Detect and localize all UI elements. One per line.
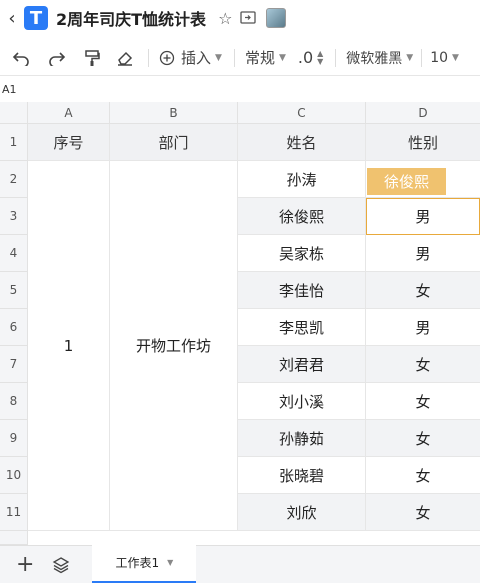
row-header[interactable]: 1 [0,124,28,161]
row-header[interactable]: 11 [0,494,28,531]
table-header-index[interactable]: 序号 [28,124,110,161]
plus-circle-icon [159,50,175,65]
avatar[interactable] [266,8,287,28]
insert-label: 插入 [181,49,212,67]
sheet-tab[interactable]: 工作表1 ▼ [92,544,197,583]
row-header[interactable]: 5 [0,272,28,309]
gender-cell[interactable]: 女 [366,457,480,494]
sheet-bar: + 工作表1 ▼ [0,544,480,583]
add-sheet-icon[interactable]: + [16,553,34,576]
font-size-select[interactable]: 10 ▼ [430,50,459,66]
gender-cell-selected[interactable]: 男 [366,198,480,235]
toolbar: 插入 ▼ 常规 ▼ .0 ▲ ▼ 微软雅黑 ▼ 10 ▼ [0,40,480,76]
toolbar-divider [421,48,423,67]
undo-icon[interactable] [12,50,30,66]
collaborator-name-tag: 徐俊熙 [367,168,446,195]
row-header[interactable]: 2 [0,161,28,198]
empty-row[interactable] [28,531,480,545]
font-family-label: 微软雅黑 [346,50,403,67]
name-cell[interactable]: 刘君君 [238,346,366,383]
name-cell[interactable]: 李佳怡 [238,272,366,309]
title-bar: ‹ T 2周年司庆T恤统计表 ☆ [0,0,480,36]
chevron-down-icon: ▼ [406,52,414,63]
insert-button[interactable]: 插入 ▼ [159,47,222,68]
table-header-department[interactable]: 部门 [110,124,238,161]
eraser-icon[interactable] [116,50,134,66]
row-header[interactable]: 4 [0,235,28,272]
decimal-label: .0 [297,48,314,67]
folder-icon[interactable] [240,9,257,28]
table-header-gender[interactable]: 性别 [366,124,480,161]
redo-icon[interactable] [48,50,66,66]
merged-department-cell[interactable]: 开物工作坊 [110,161,238,531]
row-header-partial[interactable] [0,531,28,545]
column-header-b[interactable]: B [110,102,238,124]
name-cell[interactable]: 孙静茹 [238,420,366,457]
chevron-down-icon: ▼ [215,52,222,63]
column-header-d[interactable]: D [366,102,480,124]
stepper-arrows-icon: ▲ ▼ [317,48,324,66]
name-cell[interactable]: 吴家栋 [238,235,366,272]
name-cell[interactable]: 刘小溪 [238,383,366,420]
number-format-label: 常规 [244,49,275,67]
name-cell[interactable]: 李思凯 [238,309,366,346]
app-logo-icon: T [24,6,48,30]
document-title[interactable]: 2周年司庆T恤统计表 [56,6,206,30]
gender-cell[interactable]: 女 [366,346,480,383]
name-cell[interactable]: 张晓碧 [238,457,366,494]
star-icon[interactable]: ☆ [218,9,232,28]
grid-corner[interactable] [0,102,28,124]
back-chevron-icon[interactable]: ‹ [4,8,20,29]
gender-cell[interactable]: 女 [366,272,480,309]
decimal-stepper[interactable]: .0 ▲ ▼ [298,48,323,67]
chevron-down-icon: ▼ [278,52,286,63]
toolbar-divider [148,48,149,67]
font-size-label: 10 [430,49,449,66]
sheet-tab-label: 工作表1 [115,556,160,570]
toolbar-divider [233,48,235,67]
toolbar-divider [335,48,337,67]
cell-reference[interactable]: A1 [0,80,480,100]
font-family-select[interactable]: 微软雅黑 ▼ [346,48,413,68]
row-header[interactable]: 7 [0,346,28,383]
gender-cell[interactable]: 女 [366,420,480,457]
chevron-down-icon: ▼ [452,52,459,63]
row-header[interactable]: 10 [0,457,28,494]
name-cell[interactable]: 刘欣 [238,494,366,531]
name-cell[interactable]: 徐俊熙 [238,198,366,235]
name-cell[interactable]: 孙涛 [238,161,366,198]
table-header-name[interactable]: 姓名 [238,124,366,161]
merged-index-cell[interactable]: 1 [28,161,110,531]
row-header[interactable]: 9 [0,420,28,457]
gender-cell[interactable]: 男 [366,309,480,346]
gender-cell[interactable]: 女 [366,383,480,420]
gender-cell[interactable]: 男 [366,235,480,272]
chevron-down-icon[interactable]: ▼ [167,558,173,567]
gender-cell[interactable]: 女 [366,494,480,531]
row-header[interactable]: 3 [0,198,28,235]
layers-icon[interactable] [52,556,70,574]
row-header[interactable]: 6 [0,309,28,346]
format-painter-icon[interactable] [84,49,100,67]
column-header-c[interactable]: C [238,102,366,124]
column-header-a[interactable]: A [28,102,110,124]
number-format-select[interactable]: 常规 ▼ [245,47,286,68]
row-header[interactable]: 8 [0,383,28,420]
